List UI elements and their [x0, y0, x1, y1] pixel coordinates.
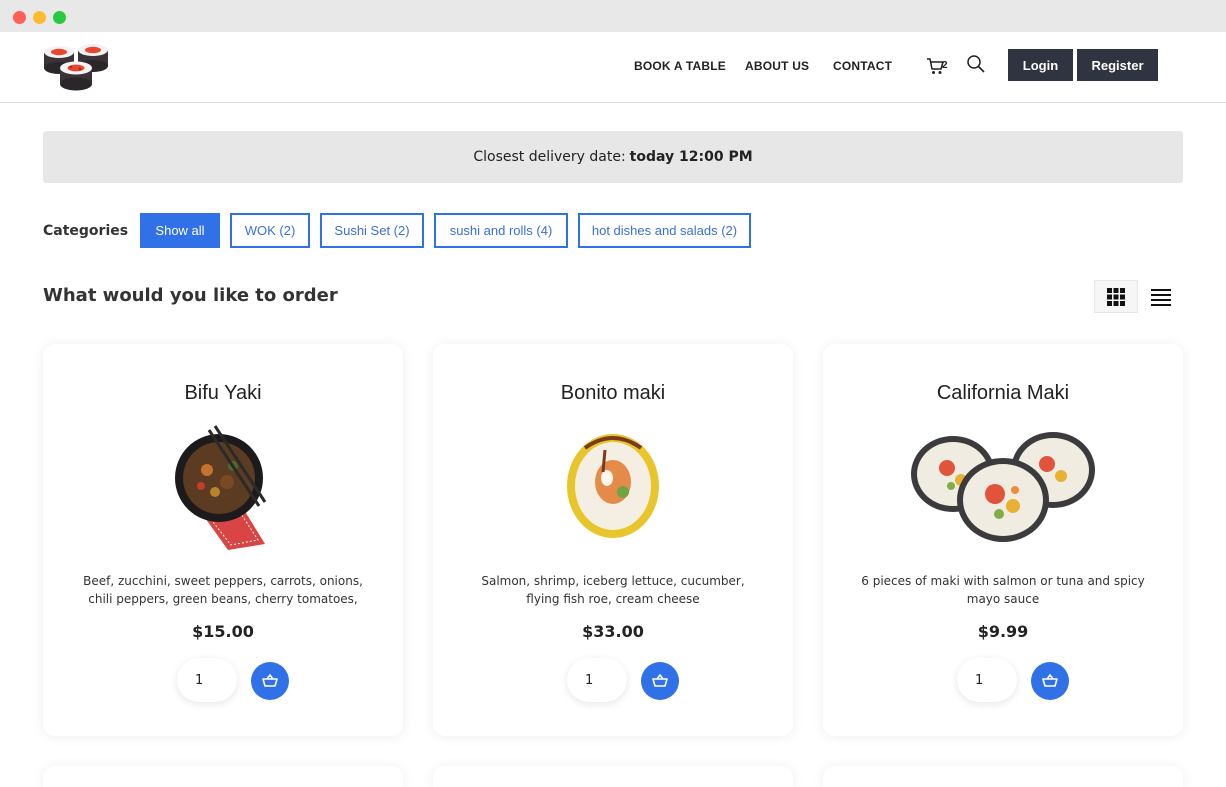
search-icon — [967, 55, 985, 73]
product-card-partial — [43, 766, 403, 787]
close-window-button[interactable] — [13, 11, 26, 24]
minimize-window-button[interactable] — [33, 11, 46, 24]
product-name: Bonito maki — [560, 382, 666, 404]
categories-label: Categories — [43, 223, 129, 239]
add-to-cart-button[interactable] — [1031, 662, 1069, 700]
product-image-california-maki — [911, 432, 1095, 542]
product-price: $33.00 — [582, 622, 644, 641]
product-description: Salmon, shrimp, iceberg lettuce, cucumbe… — [481, 574, 745, 606]
list-view-toggle[interactable] — [1142, 280, 1180, 313]
quantity-input[interactable] — [177, 658, 237, 702]
category-sushi-set[interactable]: Sushi Set (2) — [320, 213, 424, 248]
product-name: California Maki — [936, 382, 1070, 404]
product-price: $9.99 — [977, 622, 1029, 641]
grid-view-toggle[interactable] — [1094, 280, 1138, 313]
product-name: Bifu Yaki — [184, 382, 262, 404]
nav-contact[interactable]: CONTACT — [833, 59, 892, 73]
search-button[interactable] — [966, 54, 988, 76]
cart-button[interactable]: 2 — [926, 54, 952, 76]
grid-icon — [1107, 287, 1125, 306]
basket-icon — [262, 674, 278, 687]
quantity-input[interactable] — [957, 658, 1017, 702]
login-button[interactable]: Login — [1008, 49, 1073, 81]
category-hot-dishes-and-salads[interactable]: hot dishes and salads (2) — [578, 213, 751, 248]
product-card: Bifu Yaki Beef, zucchini, sweet peppers,… — [43, 344, 403, 736]
category-wok[interactable]: WOK (2) — [230, 213, 310, 248]
product-description: Beef, zucchini, sweet peppers, carrots, … — [83, 574, 363, 606]
maximize-window-button[interactable] — [53, 11, 66, 24]
basket-icon — [652, 674, 668, 687]
delivery-label: Closest delivery date: — [473, 149, 626, 165]
product-card: Bonito maki Salmon, shrimp, iceberg lett… — [433, 344, 793, 736]
list-icon — [1151, 288, 1171, 306]
product-price: $15.00 — [192, 622, 254, 641]
site-header: BOOK A TABLE ABOUT US CONTACT 2 Login Re… — [0, 32, 1226, 103]
add-to-cart-button[interactable] — [641, 662, 679, 700]
cart-count-badge: 2 — [942, 60, 948, 71]
category-sushi-and-rolls[interactable]: sushi and rolls (4) — [434, 213, 568, 248]
nav-about-us[interactable]: ABOUT US — [745, 59, 809, 73]
delivery-date: today 12:00 PM — [629, 149, 753, 165]
product-image-maki-roll — [567, 434, 659, 538]
product-image-wok-bowl — [175, 425, 267, 550]
basket-icon — [1042, 674, 1058, 687]
sushi-logo[interactable] — [42, 42, 110, 92]
category-show-all[interactable]: Show all — [140, 213, 220, 248]
delivery-banner: Closest delivery date: today 12:00 PM — [43, 131, 1183, 183]
add-to-cart-button[interactable] — [251, 662, 289, 700]
product-card-partial — [433, 766, 793, 787]
product-card-partial — [823, 766, 1183, 787]
product-description: 6 pieces of maki with salmon or tuna and… — [861, 574, 1145, 606]
window-titlebar — [0, 0, 1226, 32]
product-card: California Maki 6 pieces of maki with sa… — [823, 344, 1183, 736]
nav-book-a-table[interactable]: BOOK A TABLE — [634, 59, 726, 73]
register-button[interactable]: Register — [1077, 49, 1158, 81]
quantity-input[interactable] — [567, 658, 627, 702]
section-title: What would you like to order — [43, 285, 338, 306]
